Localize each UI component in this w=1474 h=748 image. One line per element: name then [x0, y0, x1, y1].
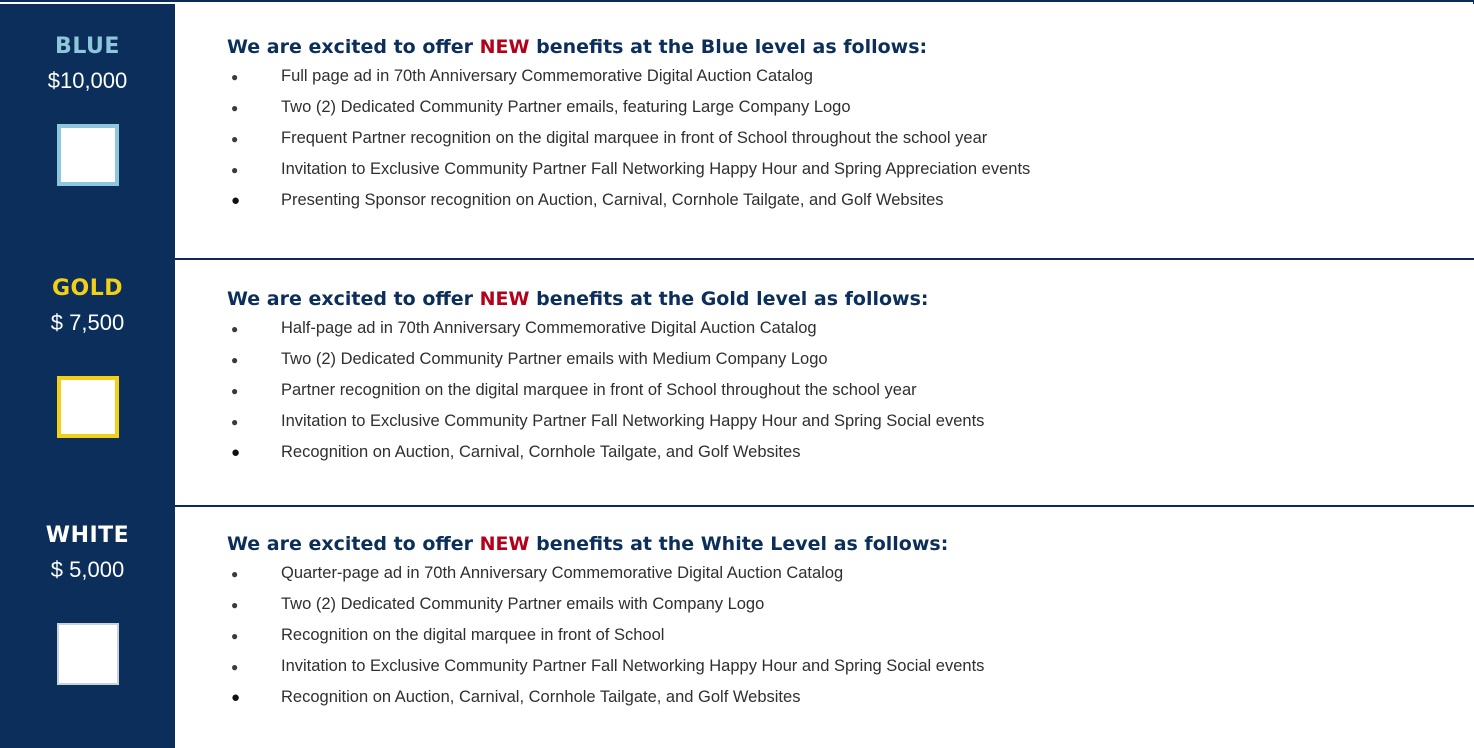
sponsorship-levels-page: BLUE $10,000 We are excited to offer NEW…	[0, 0, 1474, 748]
tier-white-benefits-panel: We are excited to offer NEW benefits at …	[175, 507, 1474, 748]
tier-blue: BLUE $10,000 We are excited to offer NEW…	[0, 4, 1474, 260]
bullet-icon: ●	[231, 321, 239, 336]
bullet-icon: ●	[231, 69, 239, 84]
list-item: ● Frequent Partner recognition on the dig…	[231, 123, 1030, 154]
benefit-text: Two (2) Dedicated Community Partner emai…	[281, 595, 765, 613]
list-item: ● Recognition on Auction, Carnival, Cornh…	[231, 682, 984, 713]
list-item: ● Recognition on Auction, Carnival, Cornh…	[231, 437, 984, 468]
heading-text: We are excited to offer	[227, 36, 480, 58]
benefit-text: Two (2) Dedicated Community Partner emai…	[281, 350, 828, 368]
benefit-text: Recognition on Auction, Carnival, Cornho…	[281, 443, 801, 461]
benefits-heading: We are excited to offer NEW benefits at …	[227, 533, 948, 555]
bullet-icon: ●	[231, 162, 239, 177]
benefit-text: Recognition on the digital marquee in fr…	[281, 626, 665, 644]
benefit-text: Recognition on Auction, Carnival, Cornho…	[281, 688, 801, 706]
benefit-text: Full page ad in 70th Anniversary Commemo…	[281, 67, 813, 85]
list-item: ● Quarter-page ad in 70th Anniversary Com…	[231, 558, 984, 589]
benefit-text: Frequent Partner recognition on the digi…	[281, 129, 988, 147]
bullet-icon: ●	[231, 352, 239, 367]
bullet-icon: ●	[231, 131, 239, 146]
new-highlight: NEW	[479, 36, 530, 58]
bullet-icon: ●	[231, 597, 239, 612]
benefits-list: ● Quarter-page ad in 70th Anniversary Com…	[231, 558, 984, 713]
benefit-text: Half-page ad in 70th Anniversary Commemo…	[281, 319, 817, 337]
tier-name: GOLD	[51, 276, 124, 301]
benefits-heading: We are excited to offer NEW benefits at …	[227, 36, 927, 58]
bullet-icon: ●	[231, 383, 239, 398]
bullet-icon: ●	[231, 444, 241, 461]
bullet-icon: ●	[231, 414, 239, 429]
tier-price: $ 7,500	[50, 310, 125, 335]
tier-price: $10,000	[47, 68, 128, 93]
list-item: ● Presenting Sponsor recognition on Aucti…	[231, 185, 1030, 216]
tier-white-checkbox[interactable]	[56, 623, 119, 685]
new-highlight: NEW	[479, 288, 530, 310]
benefit-text: Quarter-page ad in 70th Anniversary Comm…	[281, 564, 844, 582]
bullet-icon: ●	[231, 659, 239, 674]
tier-white-label-panel: WHITE $ 5,000	[0, 507, 175, 748]
bullet-icon: ●	[231, 628, 239, 643]
list-item: ● Two (2) Dedicated Community Partner ema…	[231, 344, 984, 375]
benefits-list: ● Full page ad in 70th Anniversary Commem…	[231, 61, 1030, 216]
list-item: ● Two (2) Dedicated Community Partner ema…	[231, 92, 1030, 123]
list-item: ● Partner recognition on the digital marq…	[231, 375, 984, 406]
heading-text: benefits at the Blue level as follows:	[529, 36, 928, 58]
benefit-text: Partner recognition on the digital marqu…	[281, 381, 917, 399]
new-highlight: NEW	[479, 533, 530, 555]
heading-text: We are excited to offer	[227, 288, 480, 310]
tier-gold-checkbox[interactable]	[56, 376, 119, 438]
bullet-icon: ●	[231, 192, 241, 209]
heading-text: We are excited to offer	[227, 533, 480, 555]
benefit-text: Invitation to Exclusive Community Partne…	[281, 412, 985, 430]
tier-name: WHITE	[45, 523, 130, 548]
benefit-text: Invitation to Exclusive Community Partne…	[281, 657, 985, 675]
tier-blue-checkbox[interactable]	[56, 124, 119, 186]
list-item: ● Invitation to Exclusive Community Partn…	[231, 651, 984, 682]
bullet-icon: ●	[231, 566, 239, 581]
tier-price: $ 5,000	[50, 557, 125, 582]
list-item: ● Half-page ad in 70th Anniversary Commem…	[231, 313, 984, 344]
heading-text: benefits at the Gold level as follows:	[529, 288, 929, 310]
list-item: ● Invitation to Exclusive Community Partn…	[231, 154, 1030, 185]
heading-text: benefits at the White Level as follows:	[529, 533, 949, 555]
tier-gold-label-panel: GOLD $ 7,500	[0, 260, 175, 507]
tier-gold: GOLD $ 7,500 We are excited to offer NEW…	[0, 260, 1474, 507]
benefit-text: Invitation to Exclusive Community Partne…	[281, 160, 1031, 178]
tier-white: WHITE $ 5,000 We are excited to offer NE…	[0, 507, 1474, 748]
tier-name: BLUE	[55, 34, 120, 59]
bullet-icon: ●	[231, 689, 241, 706]
list-item: ● Recognition on the digital marquee in f…	[231, 620, 984, 651]
benefit-text: Two (2) Dedicated Community Partner emai…	[281, 98, 851, 116]
list-item: ● Full page ad in 70th Anniversary Commem…	[231, 61, 1030, 92]
benefits-list: ● Half-page ad in 70th Anniversary Commem…	[231, 313, 984, 468]
benefit-text: Presenting Sponsor recognition on Auctio…	[281, 191, 944, 209]
list-item: ● Two (2) Dedicated Community Partner ema…	[231, 589, 984, 620]
tier-blue-label-panel: BLUE $10,000	[0, 4, 175, 260]
bullet-icon: ●	[231, 100, 239, 115]
benefits-heading: We are excited to offer NEW benefits at …	[227, 288, 929, 310]
tier-blue-benefits-panel: We are excited to offer NEW benefits at …	[175, 4, 1474, 260]
tier-gold-benefits-panel: We are excited to offer NEW benefits at …	[175, 260, 1474, 507]
list-item: ● Invitation to Exclusive Community Partn…	[231, 406, 984, 437]
